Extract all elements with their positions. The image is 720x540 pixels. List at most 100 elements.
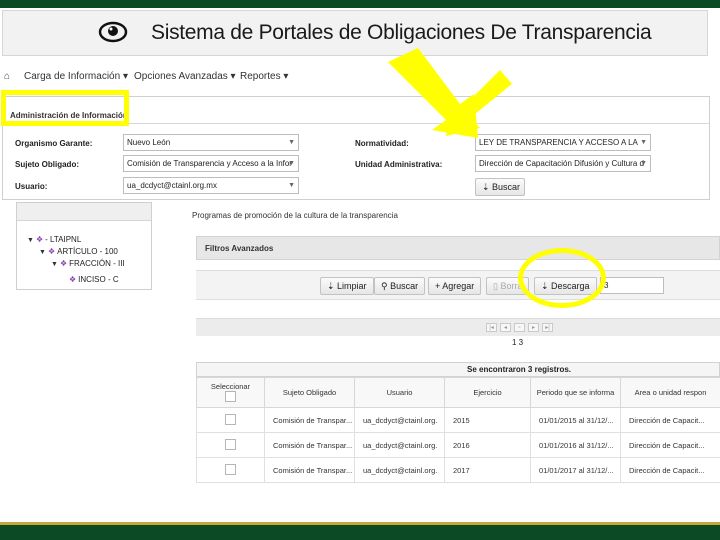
nav-carga-informacion[interactable]: Carga de Información ▾ [24, 71, 128, 82]
table-row[interactable]: Comisión de Transpar... ua_dcdyct@ctainl… [196, 432, 720, 458]
page-icon[interactable]: ▫ [514, 323, 525, 332]
row-select-cell [196, 457, 265, 483]
home-icon[interactable]: ⌂ [4, 71, 10, 82]
usuario-value: ua_dcdyct@ctainl.org.mx [127, 181, 217, 190]
highlight-rectangle [1, 90, 129, 126]
page-title: Sistema de Portales de Obligaciones De T… [151, 21, 652, 44]
column-label: Seleccionar [210, 381, 251, 391]
page-numbers[interactable]: 1 3 [512, 338, 523, 347]
sujeto-value: Comisión de Transparencia y Acceso a la … [127, 159, 292, 168]
usuario-label: Usuario: [15, 182, 48, 191]
normatividad-select[interactable]: LEY DE TRANSPARENCIA Y ACCESO A LA ▼ [475, 134, 651, 151]
agregar-label: Agregar [442, 281, 475, 291]
chevron-down-icon: ▼ [288, 160, 295, 167]
download-icon: ⇣ [482, 182, 493, 192]
tree-node-ltaipnl[interactable]: ▼ ❖ - LTAIPNL [27, 235, 81, 244]
cell-usuario: ua_dcdyct@ctainl.org. [354, 457, 445, 483]
row-select-cell [196, 407, 265, 433]
unidad-value: Dirección de Capacitación Difusión y Cul… [479, 159, 644, 168]
column-header-seleccionar[interactable]: Seleccionar [196, 377, 265, 408]
row-checkbox[interactable] [225, 413, 236, 425]
records-table: Seleccionar Sujeto Obligado Usuario Ejer… [196, 377, 720, 483]
cell-periodo: 01/01/2016 al 31/12/... [530, 432, 621, 458]
cell-area: Dirección de Capacit... [620, 407, 720, 433]
sujeto-select[interactable]: Comisión de Transparencia y Acceso a la … [123, 155, 299, 172]
normatividad-label: Normatividad: [355, 139, 409, 148]
nav-opciones-avanzadas[interactable]: Opciones Avanzadas ▾ [134, 71, 236, 82]
tree-panel-header [17, 203, 151, 221]
node-icon: ❖ [69, 275, 77, 284]
results-count-text: Se encontraron 3 registros. [467, 365, 572, 374]
chevron-down-icon: ▼ [640, 160, 647, 167]
column-header-usuario[interactable]: Usuario [354, 377, 445, 408]
table-header-row: Seleccionar Sujeto Obligado Usuario Ejer… [196, 377, 720, 408]
row-checkbox[interactable] [225, 438, 236, 450]
section-title: Programas de promoción de la cultura de … [192, 211, 398, 220]
pager-bar: |◂ ◂ ▫ ▸ ▸| [196, 318, 720, 336]
expand-arrow-icon[interactable]: ▼ [51, 261, 58, 268]
search-icon: ⚲ [381, 281, 391, 291]
eye-icon [98, 21, 128, 43]
tree-panel: ▼ ❖ - LTAIPNL ▼ ❖ ARTÍCULO - 100 ▼ ❖ FRACCIÓN … [16, 202, 152, 290]
nav-reportes[interactable]: Reportes ▾ [240, 71, 288, 82]
table-row[interactable]: Comisión de Transpar... ua_dcdyct@ctainl… [196, 457, 720, 483]
tree-label: FRACCIÓN - III [69, 259, 125, 268]
clear-icon: ⇣ [327, 281, 338, 291]
sujeto-label: Sujeto Obligado: [15, 160, 79, 169]
cell-area: Dirección de Capacit... [620, 457, 720, 483]
tree-node-fraccion[interactable]: ▼ ❖ FRACCIÓN - III [51, 259, 125, 268]
tree-label: - LTAIPNL [45, 235, 82, 244]
next-page-icon[interactable]: ▸ [528, 323, 539, 332]
row-select-cell [196, 432, 265, 458]
buscar-label: Buscar [390, 281, 419, 291]
column-header-sujeto[interactable]: Sujeto Obligado [264, 377, 355, 408]
agregar-button[interactable]: + Agregar [428, 277, 482, 295]
cell-usuario: ua_dcdyct@ctainl.org. [354, 432, 445, 458]
usuario-select[interactable]: ua_dcdyct@ctainl.org.mx ▼ [123, 177, 299, 194]
advanced-filters-label: Filtros Avanzados [205, 244, 274, 253]
prev-page-icon[interactable]: ◂ [500, 323, 511, 332]
tree-node-inciso[interactable]: ❖ INCISO - C [69, 275, 119, 284]
table-row[interactable]: Comisión de Transpar... ua_dcdyct@ctainl… [196, 407, 720, 433]
cell-sujeto: Comisión de Transpar... [264, 457, 355, 483]
cell-area: Dirección de Capacit... [620, 432, 720, 458]
row-checkbox[interactable] [225, 463, 236, 475]
first-page-icon[interactable]: |◂ [486, 323, 497, 332]
cell-usuario: ua_dcdyct@ctainl.org. [354, 407, 445, 433]
cell-ejercicio: 2015 [444, 407, 531, 433]
organismo-value: Nuevo León [127, 138, 171, 147]
tree-node-articulo[interactable]: ▼ ❖ ARTÍCULO - 100 [39, 247, 118, 256]
organismo-label: Organismo Garante: [15, 139, 93, 148]
cell-ejercicio: 2016 [444, 432, 531, 458]
chevron-down-icon: ▼ [288, 139, 295, 146]
admin-buscar-button[interactable]: ⇣ Buscar [475, 178, 525, 196]
results-count-bar: Se encontraron 3 registros. [196, 362, 720, 377]
expand-arrow-icon[interactable]: ▼ [27, 237, 34, 244]
cell-sujeto: Comisión de Transpar... [264, 407, 355, 433]
expand-arrow-icon[interactable]: ▼ [39, 249, 46, 256]
limpiar-label: Limpiar [337, 281, 367, 291]
bottom-frame-bar [0, 522, 720, 540]
tree-label: INCISO - C [78, 275, 119, 284]
cell-sujeto: Comisión de Transpar... [264, 432, 355, 458]
limpiar-button[interactable]: ⇣ Limpiar [320, 277, 374, 295]
advanced-filters-bar[interactable]: Filtros Avanzados [196, 236, 720, 260]
app-header: Sistema de Portales de Obligaciones De T… [2, 10, 708, 56]
cell-periodo: 01/01/2015 al 31/12/... [530, 407, 621, 433]
chevron-down-icon: ▼ [288, 182, 295, 189]
count-select[interactable]: 3 [600, 277, 664, 294]
organismo-select[interactable]: Nuevo León ▼ [123, 134, 299, 151]
tree-label: ARTÍCULO - 100 [57, 247, 118, 256]
gold-stripe [0, 522, 720, 525]
buscar-button[interactable]: ⚲ Buscar [374, 277, 426, 295]
column-header-periodo[interactable]: Periodo que se informa [530, 377, 621, 408]
column-header-ejercicio[interactable]: Ejercicio [444, 377, 531, 408]
select-all-checkbox[interactable] [225, 390, 236, 402]
node-icon: ❖ [47, 247, 56, 256]
last-page-icon[interactable]: ▸| [542, 323, 553, 332]
unidad-select[interactable]: Dirección de Capacitación Difusión y Cul… [475, 155, 651, 172]
chevron-down-icon: ▼ [640, 139, 647, 146]
cell-ejercicio: 2017 [444, 457, 531, 483]
column-header-area[interactable]: Area o unidad respon [620, 377, 720, 408]
highlight-circle [518, 248, 606, 308]
